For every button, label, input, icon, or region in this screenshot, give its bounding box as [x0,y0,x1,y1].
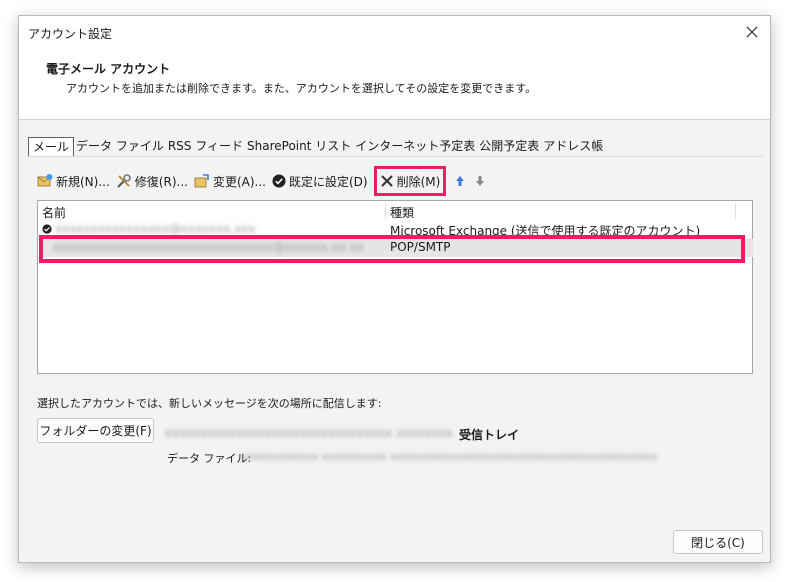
default-check-icon [42,224,52,234]
tab-bar: メール データ ファイル RSS フィード SharePoint リスト インタ… [28,137,605,157]
account-toolbar: 新規(N)... 修復(R)... 変更(A)... 既定に設定(D) 削除(M… [37,166,492,196]
data-file-label: データ ファイル: [167,452,252,465]
tab-sharepoint-lists[interactable]: SharePoint リスト [245,137,353,157]
tab-internet-calendars[interactable]: インターネット予定表 [353,137,477,157]
tools-icon [117,174,131,188]
inbox-folder-name: 受信トレイ [459,428,520,442]
tab-mail[interactable]: メール [28,137,75,157]
change-button[interactable]: 変更(A)... [194,170,266,192]
close-icon [746,26,758,38]
arrow-down-icon [476,176,485,186]
column-header-type[interactable]: 種類 [390,204,414,221]
move-up-button[interactable] [452,170,468,192]
change-account-icon [194,174,209,188]
tab-address-books[interactable]: アドレス帳 [541,137,605,157]
account-settings-dialog: アカウント設定 電子メール アカウント アカウントを追加または削除できます。また… [18,15,771,563]
account-row-exchange[interactable]: xxxxxxxxxxxxxxxx@xxxxxxx.xxx Microsoft E… [39,221,753,235]
delete-label: 削除(M) [396,174,441,189]
tab-rss-feeds[interactable]: RSS フィード [166,137,245,157]
header-description: アカウントを追加または削除できます。また、アカウントを選択してその設定を変更でき… [66,82,537,95]
new-account-button[interactable]: 新規(N)... [37,170,110,192]
header-title: 電子メール アカウント [46,62,171,76]
delivery-location-label: 選択したアカウントでは、新しいメッセージを次の場所に配信します: [37,397,382,410]
column-separator [735,203,736,219]
account-row-pop[interactable]: xxxxxxxxxxxxxxxxxxxxxxxxxxxxxxx@xxxxxx.x… [39,239,753,257]
header-band: 電子メール アカウント アカウントを追加または削除できます。また、アカウントを選… [19,48,770,120]
set-default-label: 既定に設定(D) [288,174,368,189]
new-account-label: 新規(N)... [56,174,110,189]
close-window-button[interactable] [740,20,764,44]
change-label: 変更(A)... [212,174,266,189]
delete-x-icon [380,175,393,187]
data-file-path: xxxxxxxxxxxx xxxxxxxxxx xxxxxxxxxxxxxxxx… [240,450,658,463]
account-list: 名前 種類 xxxxxxxxxxxxxxxx@xxxxxxx.xxx Micro… [37,200,753,374]
new-account-icon [37,174,53,187]
column-separator [385,203,386,219]
arrow-up-icon [456,176,465,186]
tab-data-files[interactable]: データ ファイル [74,137,166,157]
title-bar: アカウント設定 [19,16,770,48]
change-folder-button[interactable]: フォルダーの変更(F) [37,418,154,443]
move-down-button[interactable] [472,170,488,192]
repair-button[interactable]: 修復(R)... [116,170,188,192]
close-button[interactable]: 閉じる(C) [673,530,763,554]
account-name: xxxxxxxxxxxxxxxxxxxxxxxxxxxxxxx@xxxxxx.x… [53,240,364,254]
delete-button[interactable]: 削除(M) [373,166,447,196]
account-type: POP/SMTP [390,240,451,254]
set-default-button[interactable]: 既定に設定(D) [272,170,368,192]
column-header-name[interactable]: 名前 [42,204,66,221]
checkmark-circle-icon [272,174,286,188]
window-title: アカウント設定 [28,27,113,41]
tab-published-calendars[interactable]: 公開予定表 [477,137,541,157]
account-type: Microsoft Exchange (送信で使用する既定のアカウント) [390,224,701,235]
account-name: xxxxxxxxxxxxxxxx@xxxxxxx.xxx [55,222,256,235]
inbox-path: xxxxxxxxxxxxxxxxxxxxxxxxxxxxxxxx xxxxxxx… [165,426,453,440]
repair-label: 修復(R)... [134,174,188,189]
